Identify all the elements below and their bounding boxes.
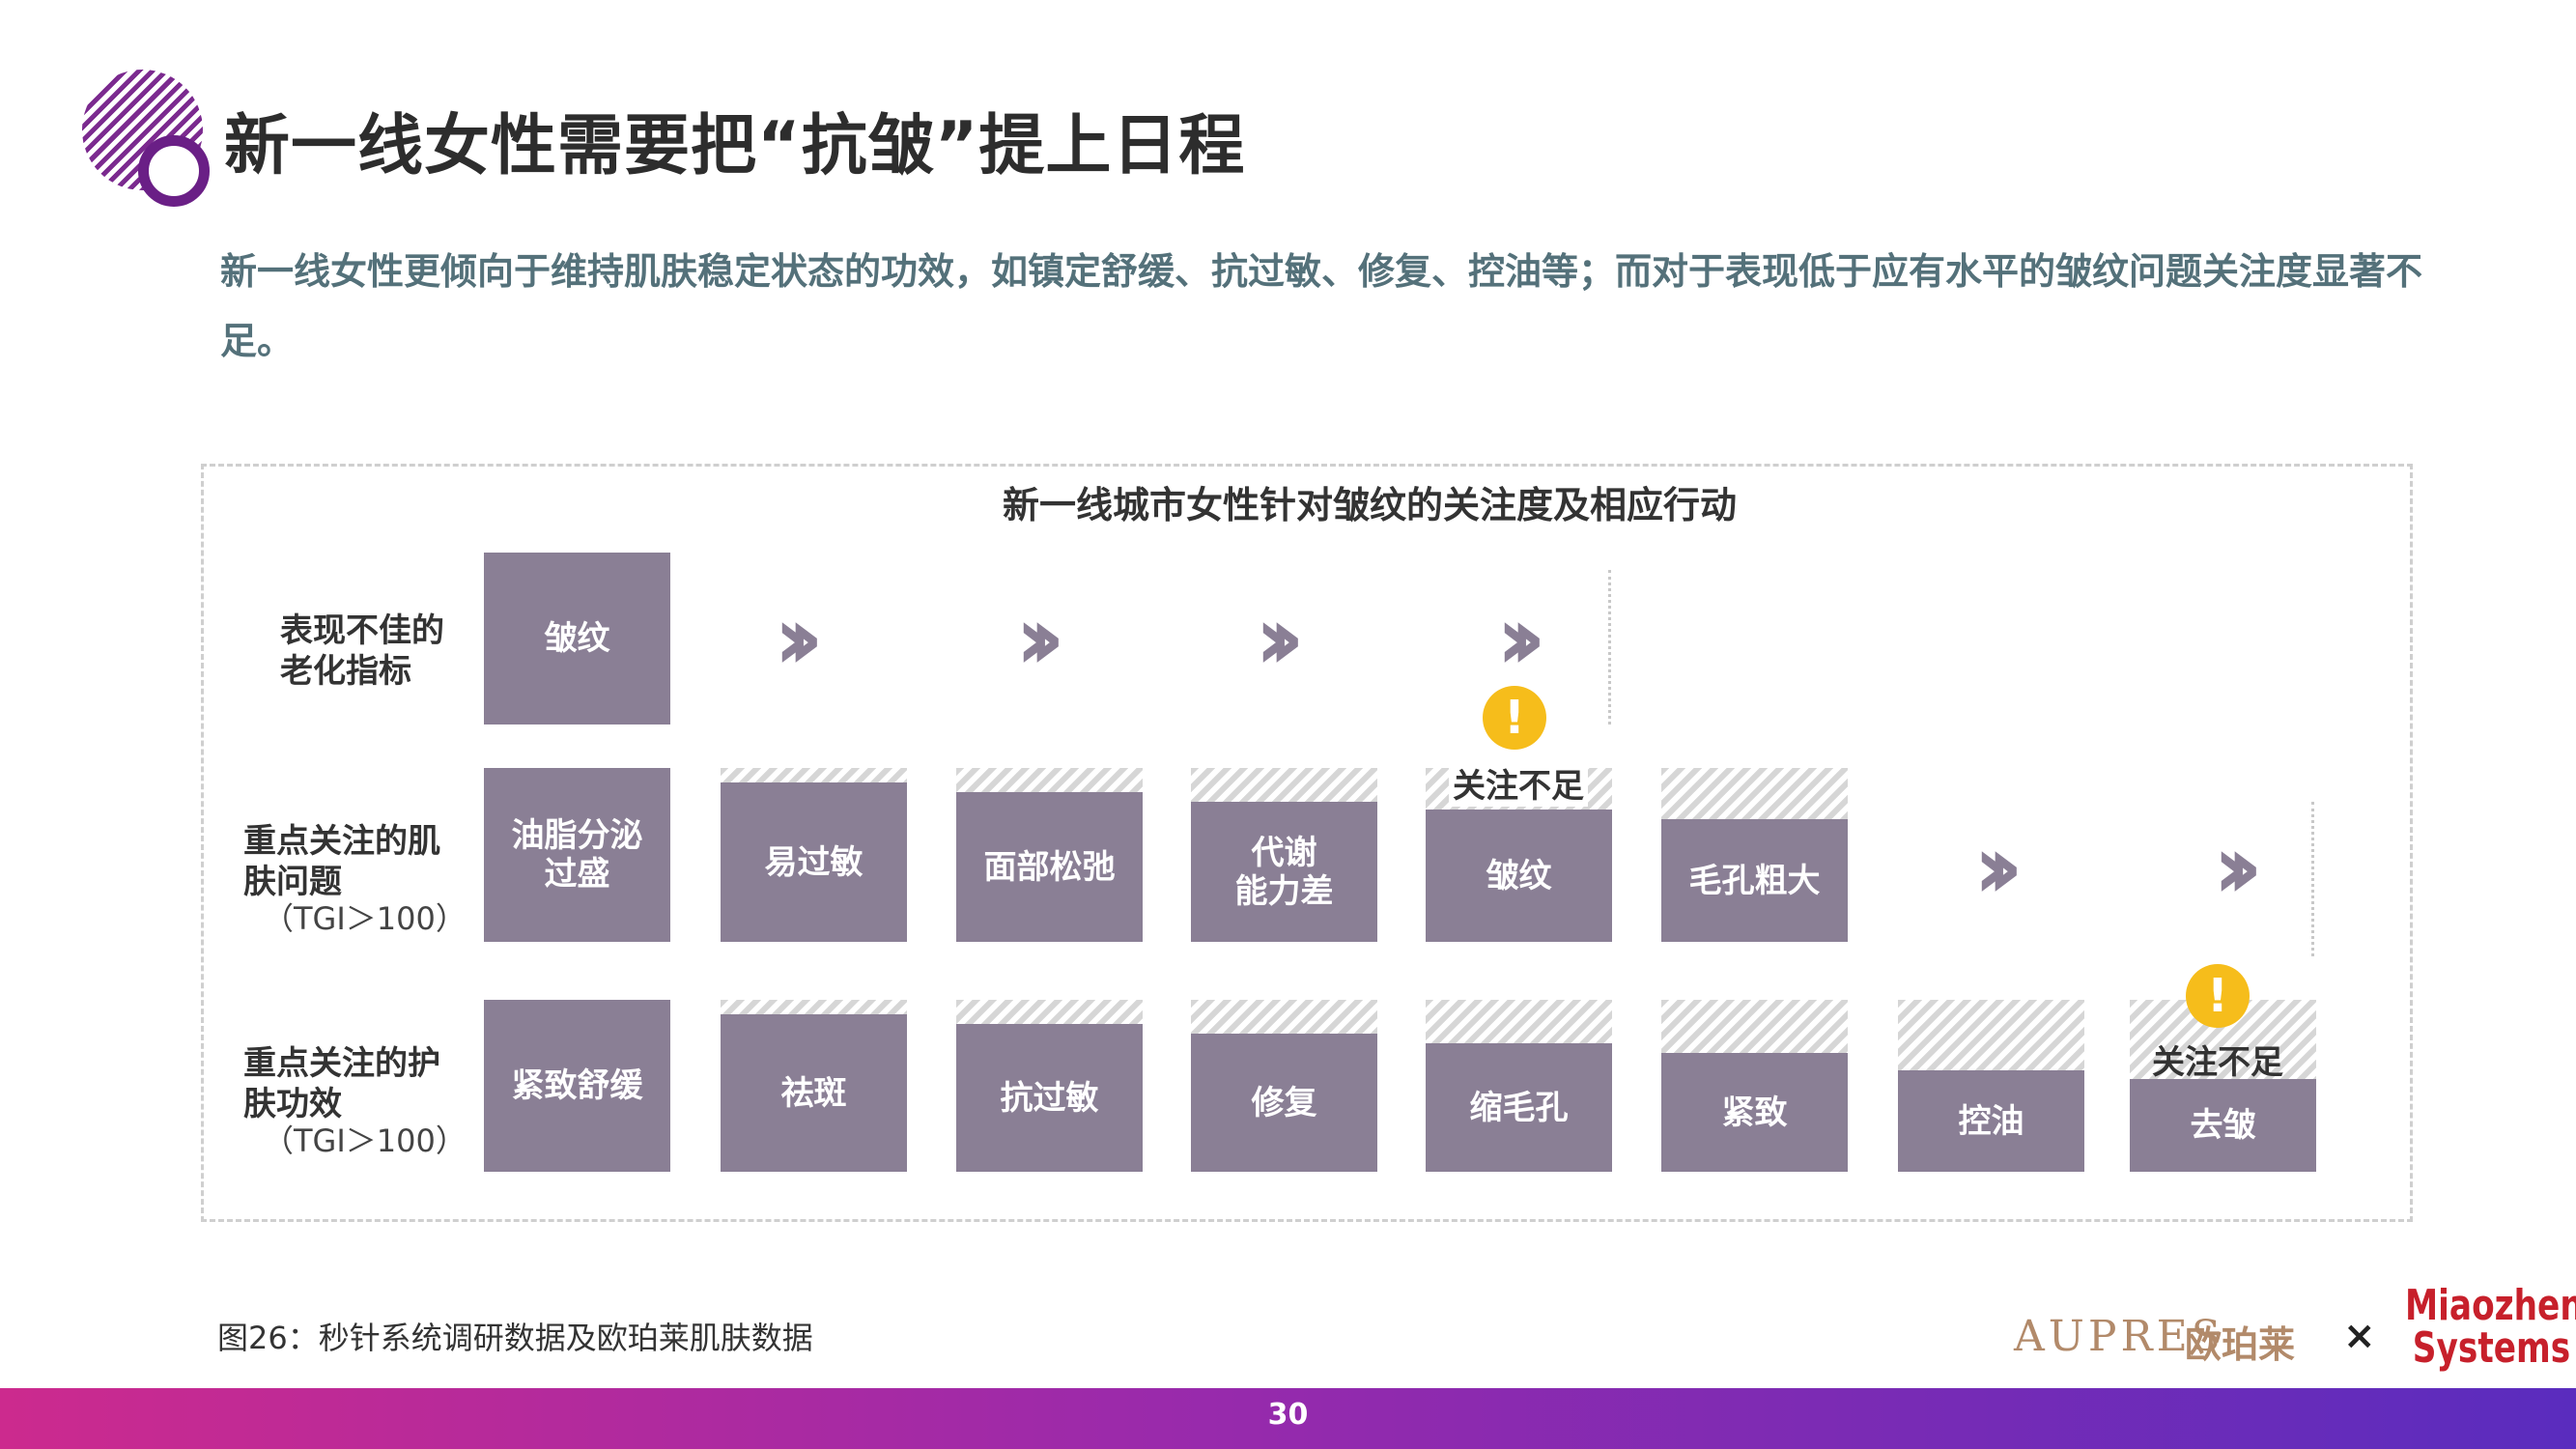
page-subtitle: 新一线女性更倾向于维持肌肤稳定状态的功效，如镇定舒缓、抗过敏、修复、控油等；而对…	[220, 250, 2423, 362]
aupres-logo-cn: 欧珀莱	[2185, 1323, 2296, 1366]
row-divider	[1608, 570, 1611, 724]
skin-issue-box: 面部松弛	[956, 792, 1143, 942]
skin-issue-box: 油脂分泌 过盛	[484, 768, 670, 942]
double-chevron-right-icon: ››	[774, 586, 824, 690]
skin-issue-box: 易过敏	[721, 782, 907, 942]
collab-times: ×	[2343, 1314, 2376, 1358]
figure-caption: 图26：秒针系统调研数据及欧珀莱肌肤数据	[217, 1320, 813, 1356]
warning-icon: !	[1483, 686, 1546, 750]
row-label-indicator: 表现不佳的 老化指标	[280, 611, 444, 691]
miaozhen-logo-line1: Miaozhen	[2405, 1281, 2576, 1330]
page-number: 30	[1267, 1398, 1309, 1432]
miaozhen-logo: Miaozhen Systems	[2405, 1285, 2576, 1370]
indicator-box-wrinkle: 皱纹	[484, 553, 670, 724]
double-chevron-right-icon: ››	[2213, 815, 2263, 919]
double-chevron-right-icon: ››	[1973, 815, 2024, 919]
row-label-care-effects-tgi: （TGI＞100）	[263, 1122, 467, 1159]
skin-issue-box: 代谢 能力差	[1191, 802, 1377, 942]
skin-issue-box: 毛孔粗大	[1661, 819, 1848, 942]
care-effect-box: 紧致	[1661, 1053, 1848, 1172]
skin-issue-box-wrinkle: 皱纹	[1426, 810, 1612, 942]
care-effect-box: 控油	[1898, 1070, 2084, 1172]
care-effect-box: 修复	[1191, 1034, 1377, 1172]
miaozhen-logo-line2: Systems	[2412, 1323, 2571, 1373]
warning-label: 关注不足	[1449, 759, 1588, 807]
page-title: 新一线女性需要把“抗皱”提上日程	[224, 108, 1246, 185]
row-label-skin-issues: 重点关注的肌 肤问题	[243, 822, 440, 901]
care-effect-box: 缩毛孔	[1426, 1043, 1612, 1172]
row-label-skin-issues-tgi: （TGI＞100）	[263, 900, 467, 937]
row-divider	[2311, 802, 2314, 956]
double-chevron-right-icon: ››	[1015, 586, 1065, 690]
care-effect-box: 紧致舒缓	[484, 1000, 670, 1172]
care-effect-box: 抗过敏	[956, 1024, 1143, 1172]
double-chevron-right-icon: ››	[1496, 586, 1546, 690]
chart-title: 新一线城市女性针对皱纹的关注度及相应行动	[1002, 484, 1737, 526]
row-label-care-effects: 重点关注的护 肤功效	[243, 1044, 440, 1123]
care-effect-box: 祛斑	[721, 1014, 907, 1172]
double-chevron-right-icon: ››	[1255, 586, 1305, 690]
care-effect-box-anti-wrinkle: 去皱	[2130, 1079, 2316, 1172]
warning-icon: !	[2186, 964, 2250, 1028]
title-logo-ring	[138, 135, 210, 207]
warning-label: 关注不足	[2152, 1043, 2283, 1082]
